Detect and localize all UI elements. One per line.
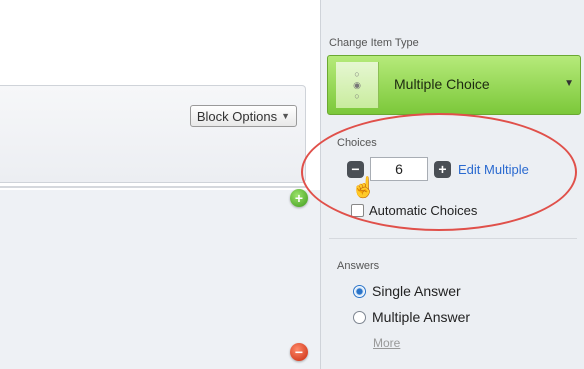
single-answer-label: Single Answer <box>372 283 461 299</box>
multiple-answer-label: Multiple Answer <box>372 309 471 325</box>
answers-label: Answers <box>337 260 380 272</box>
block-options-button[interactable]: Block Options ▼ <box>189 105 297 127</box>
plus-circle-icon: + <box>294 190 304 206</box>
multiple-choice-radio-icon: ○ ◉ ○ <box>336 62 379 108</box>
canvas-lower-area <box>0 190 320 369</box>
change-item-type-label: Change Item Type <box>329 37 419 49</box>
multiple-answer-radio[interactable] <box>353 311 366 324</box>
edit-multiple-link[interactable]: Edit Multiple <box>458 162 529 177</box>
add-block-button[interactable]: + <box>290 189 308 207</box>
chevron-down-icon: ▼ <box>564 78 574 89</box>
question-block[interactable]: Block Options ▼ <box>0 85 306 183</box>
chevron-down-icon: ▼ <box>281 111 290 121</box>
canvas-top-area <box>0 0 320 85</box>
item-type-dropdown[interactable]: ○ ◉ ○ Multiple Choice ▼ <box>327 55 581 115</box>
choices-count-input[interactable] <box>370 157 428 181</box>
block-options-label: Block Options <box>196 108 278 124</box>
increase-choices-button[interactable]: + <box>434 161 451 178</box>
block-divider <box>0 186 306 188</box>
item-type-value: Multiple Choice <box>394 76 490 92</box>
minus-circle-icon: − <box>294 344 304 360</box>
question-sidebar: Change Item Type ○ ◉ ○ Multiple Choice ▼ C… <box>301 0 584 369</box>
remove-block-button[interactable]: − <box>290 343 308 361</box>
single-answer-radio[interactable] <box>353 285 366 298</box>
more-link[interactable]: More <box>373 336 400 350</box>
plus-icon: + <box>438 161 447 177</box>
automatic-choices-checkbox[interactable] <box>351 204 364 217</box>
section-divider <box>329 238 577 239</box>
choices-label: Choices <box>337 137 377 149</box>
automatic-choices-label: Automatic Choices <box>369 203 478 218</box>
